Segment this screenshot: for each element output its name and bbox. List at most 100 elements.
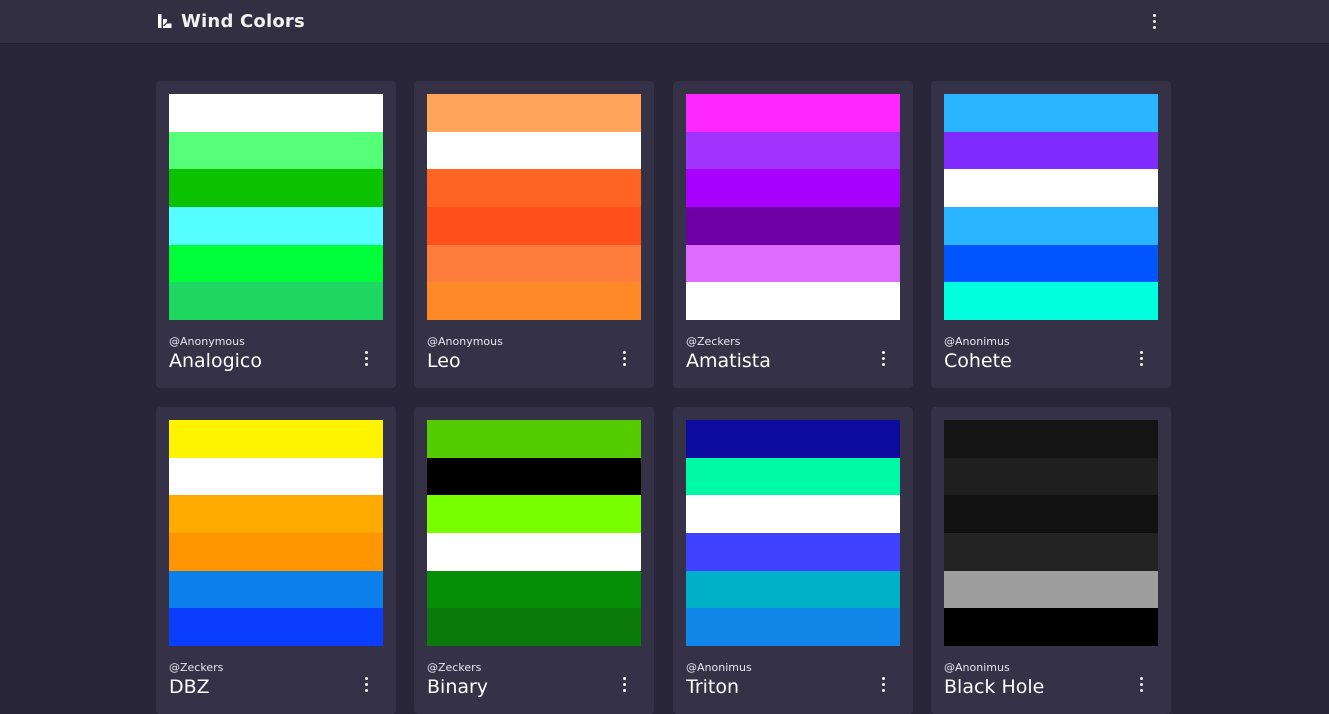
color-swatch[interactable]	[169, 533, 383, 571]
color-swatch[interactable]	[427, 244, 641, 283]
palette-author[interactable]: @Anonimus	[686, 661, 752, 674]
color-swatch[interactable]	[944, 495, 1158, 534]
color-swatch[interactable]	[944, 420, 1158, 458]
kebab-menu-icon	[881, 350, 885, 366]
palette-name: Black Hole	[944, 676, 1045, 698]
color-swatch[interactable]	[944, 169, 1158, 208]
palette-card[interactable]: @Anonimus Cohete	[931, 81, 1171, 388]
color-swatch[interactable]	[944, 457, 1158, 496]
color-swatch[interactable]	[427, 131, 641, 170]
palette-card[interactable]: @Anonimus Black Hole	[931, 407, 1171, 714]
color-swatch[interactable]	[427, 169, 641, 208]
palette-swatches[interactable]	[169, 94, 383, 321]
palette-card[interactable]: @Anonimus Triton	[673, 407, 913, 714]
color-swatch[interactable]	[944, 131, 1158, 170]
color-swatch[interactable]	[169, 207, 383, 245]
color-swatch[interactable]	[686, 608, 900, 647]
palette-swatches[interactable]	[169, 420, 383, 647]
color-swatch[interactable]	[169, 169, 383, 208]
palette-card[interactable]: @Anonymous Analogico	[156, 81, 396, 388]
palette-swatches[interactable]	[944, 94, 1158, 321]
color-swatch[interactable]	[427, 533, 641, 571]
color-swatch[interactable]	[944, 207, 1158, 245]
color-swatch[interactable]	[427, 608, 641, 647]
color-swatch[interactable]	[944, 533, 1158, 571]
color-swatch[interactable]	[686, 420, 900, 458]
color-swatch[interactable]	[169, 131, 383, 170]
color-swatch[interactable]	[427, 207, 641, 245]
color-swatch[interactable]	[944, 244, 1158, 283]
kebab-menu-icon	[1152, 13, 1156, 29]
color-swatch[interactable]	[686, 94, 900, 132]
palette-author[interactable]: @Anonimus	[944, 661, 1010, 674]
palette-card[interactable]: @Zeckers Amatista	[673, 81, 913, 388]
palette-name: Analogico	[169, 350, 262, 372]
palette-menu-button[interactable]	[614, 673, 634, 695]
color-swatch[interactable]	[169, 94, 383, 132]
color-swatch[interactable]	[427, 495, 641, 534]
color-swatch[interactable]	[427, 420, 641, 458]
palette-menu-button[interactable]	[614, 347, 634, 369]
color-swatch[interactable]	[169, 608, 383, 647]
color-swatch[interactable]	[944, 94, 1158, 132]
color-swatch[interactable]	[686, 570, 900, 609]
palette-name: Amatista	[686, 350, 771, 372]
palette-author[interactable]: @Anonymous	[427, 335, 503, 348]
color-swatch[interactable]	[169, 244, 383, 283]
palette-card[interactable]: @Zeckers DBZ	[156, 407, 396, 714]
palette-menu-button[interactable]	[873, 673, 893, 695]
color-swatch[interactable]	[169, 495, 383, 534]
palette-name: Binary	[427, 676, 489, 698]
kebab-menu-icon	[622, 676, 626, 692]
color-swatch[interactable]	[427, 570, 641, 609]
color-swatch[interactable]	[686, 169, 900, 208]
palette-menu-button[interactable]	[356, 673, 376, 695]
color-swatch[interactable]	[686, 282, 900, 321]
color-swatch[interactable]	[427, 282, 641, 321]
palette-author[interactable]: @Anonymous	[169, 335, 245, 348]
color-swatch[interactable]	[169, 282, 383, 321]
palette-swatches[interactable]	[686, 420, 900, 647]
color-swatch[interactable]	[427, 94, 641, 132]
color-swatch[interactable]	[169, 570, 383, 609]
kebab-menu-icon	[1139, 350, 1143, 366]
palette-swatches[interactable]	[686, 94, 900, 321]
palette-author[interactable]: @Anonimus	[944, 335, 1010, 348]
color-swatch[interactable]	[686, 207, 900, 245]
palette-menu-button[interactable]	[1131, 673, 1151, 695]
color-swatch[interactable]	[944, 570, 1158, 609]
wind-colors-logo-icon	[158, 14, 172, 28]
kebab-menu-icon	[1139, 676, 1143, 692]
color-swatch[interactable]	[686, 495, 900, 534]
color-swatch[interactable]	[169, 457, 383, 496]
palette-name: Cohete	[944, 350, 1012, 372]
palette-menu-button[interactable]	[356, 347, 376, 369]
palette-card[interactable]: @Zeckers Binary	[414, 407, 654, 714]
palette-name: DBZ	[169, 676, 210, 698]
palette-author[interactable]: @Zeckers	[169, 661, 223, 674]
palette-card[interactable]: @Anonymous Leo	[414, 81, 654, 388]
kebab-menu-icon	[364, 350, 368, 366]
color-swatch[interactable]	[686, 533, 900, 571]
palette-menu-button[interactable]	[1131, 347, 1151, 369]
color-swatch[interactable]	[169, 420, 383, 458]
color-swatch[interactable]	[944, 282, 1158, 321]
kebab-menu-icon	[881, 676, 885, 692]
kebab-menu-icon	[622, 350, 626, 366]
palette-author[interactable]: @Zeckers	[686, 335, 740, 348]
brand[interactable]: Wind Colors	[157, 9, 305, 33]
palette-swatches[interactable]	[944, 420, 1158, 647]
color-swatch[interactable]	[686, 244, 900, 283]
app-title: Wind Colors	[181, 10, 305, 32]
color-swatch[interactable]	[944, 608, 1158, 647]
color-swatch[interactable]	[686, 131, 900, 170]
palette-author[interactable]: @Zeckers	[427, 661, 481, 674]
top-app-bar: Wind Colors	[0, 0, 1329, 44]
palette-swatches[interactable]	[427, 420, 641, 647]
palette-menu-button[interactable]	[873, 347, 893, 369]
color-swatch[interactable]	[686, 457, 900, 496]
palette-swatches[interactable]	[427, 94, 641, 321]
kebab-menu-icon	[364, 676, 368, 692]
top-menu-button[interactable]	[1144, 10, 1164, 32]
color-swatch[interactable]	[427, 457, 641, 496]
